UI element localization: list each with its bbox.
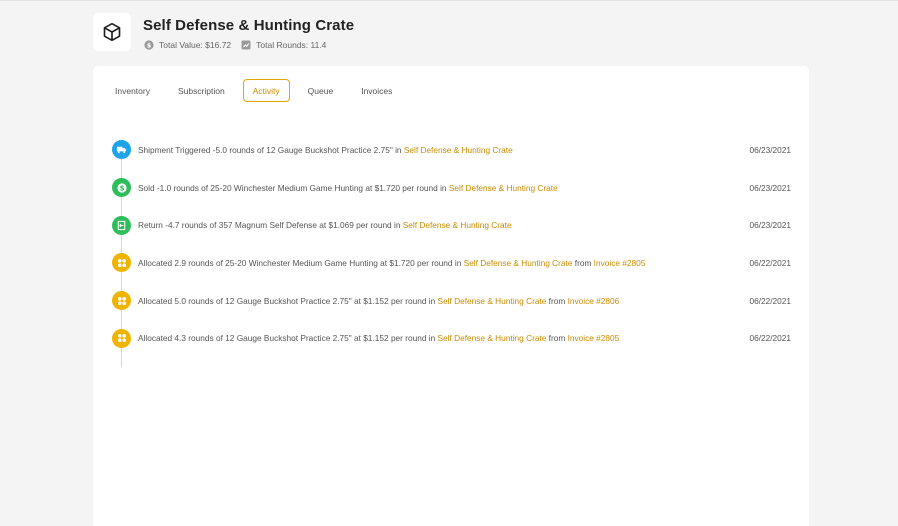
tab-bar: Inventory Subscription Activity Queue In…: [105, 79, 410, 102]
crate-link[interactable]: Self Defense & Hunting Crate: [464, 258, 573, 268]
total-value: $ Total Value: $16.72: [144, 40, 231, 50]
grid-icon: [112, 291, 131, 311]
activity-timeline: Shipment Triggered -5.0 rounds of 12 Gau…: [93, 131, 809, 367]
activity-card: Inventory Subscription Activity Queue In…: [93, 66, 809, 526]
activity-row: Shipment Triggered -5.0 rounds of 12 Gau…: [93, 131, 809, 169]
invoice-link[interactable]: Invoice #2805: [568, 333, 620, 343]
tab-subscription[interactable]: Subscription: [168, 79, 235, 102]
activity-text: Allocated 5.0 rounds of 12 Gauge Bucksho…: [138, 295, 620, 306]
activity-row: Allocated 5.0 rounds of 12 Gauge Bucksho…: [93, 282, 809, 320]
total-rounds-text: Total Rounds: 11.4: [256, 40, 327, 50]
grid-icon: [112, 328, 131, 348]
invoice-link[interactable]: Invoice #2805: [594, 258, 646, 268]
crate-link[interactable]: Self Defense & Hunting Crate: [403, 220, 512, 230]
activity-date: 06/23/2021: [749, 220, 791, 231]
tab-queue[interactable]: Queue: [298, 79, 344, 102]
activity-text: Sold -1.0 rounds of 25-20 Winchester Med…: [138, 182, 558, 193]
total-value-text: Total Value: $16.72: [159, 40, 232, 50]
chart-icon: [241, 40, 251, 50]
return-icon: [112, 215, 131, 235]
truck-icon: [112, 140, 131, 160]
svg-text:$: $: [119, 184, 124, 192]
activity-row: $ Sold -1.0 rounds of 25-20 Winchester M…: [93, 169, 809, 207]
activity-date: 06/22/2021: [749, 333, 791, 344]
page-title: Self Defense & Hunting Crate: [143, 17, 355, 34]
crate-link[interactable]: Self Defense & Hunting Crate: [438, 296, 547, 306]
activity-text: Return -4.7 rounds of 357 Magnum Self De…: [138, 220, 512, 231]
crate-link[interactable]: Self Defense & Hunting Crate: [404, 145, 513, 155]
activity-date: 06/23/2021: [749, 182, 791, 193]
dollar-icon: $: [112, 178, 131, 198]
crate-meta: $ Total Value: $16.72 Total Rounds: 11.4: [144, 40, 326, 50]
tab-activity[interactable]: Activity: [242, 79, 290, 102]
total-rounds: Total Rounds: 11.4: [241, 40, 326, 50]
activity-row: Return -4.7 rounds of 357 Magnum Self De…: [93, 206, 809, 244]
activity-row: Allocated 4.3 rounds of 12 Gauge Bucksho…: [93, 319, 809, 357]
activity-text: Allocated 4.3 rounds of 12 Gauge Bucksho…: [138, 333, 620, 344]
tab-invoices[interactable]: Invoices: [351, 79, 402, 102]
grid-icon: [112, 253, 131, 273]
crate-link[interactable]: Self Defense & Hunting Crate: [438, 333, 547, 343]
tab-inventory[interactable]: Inventory: [105, 79, 160, 102]
activity-row: Allocated 2.9 rounds of 25-20 Winchester…: [93, 244, 809, 282]
invoice-link[interactable]: Invoice #2806: [568, 296, 620, 306]
activity-text: Allocated 2.9 rounds of 25-20 Winchester…: [138, 257, 646, 268]
top-divider: [0, 0, 898, 1]
activity-text: Shipment Triggered -5.0 rounds of 12 Gau…: [138, 144, 513, 155]
crate-link[interactable]: Self Defense & Hunting Crate: [449, 183, 558, 193]
activity-date: 06/22/2021: [749, 295, 791, 306]
coin-icon: $: [144, 40, 154, 50]
activity-date: 06/23/2021: [749, 144, 791, 155]
activity-date: 06/22/2021: [749, 257, 791, 268]
crate-icon: [93, 13, 131, 51]
svg-text:$: $: [147, 41, 152, 49]
